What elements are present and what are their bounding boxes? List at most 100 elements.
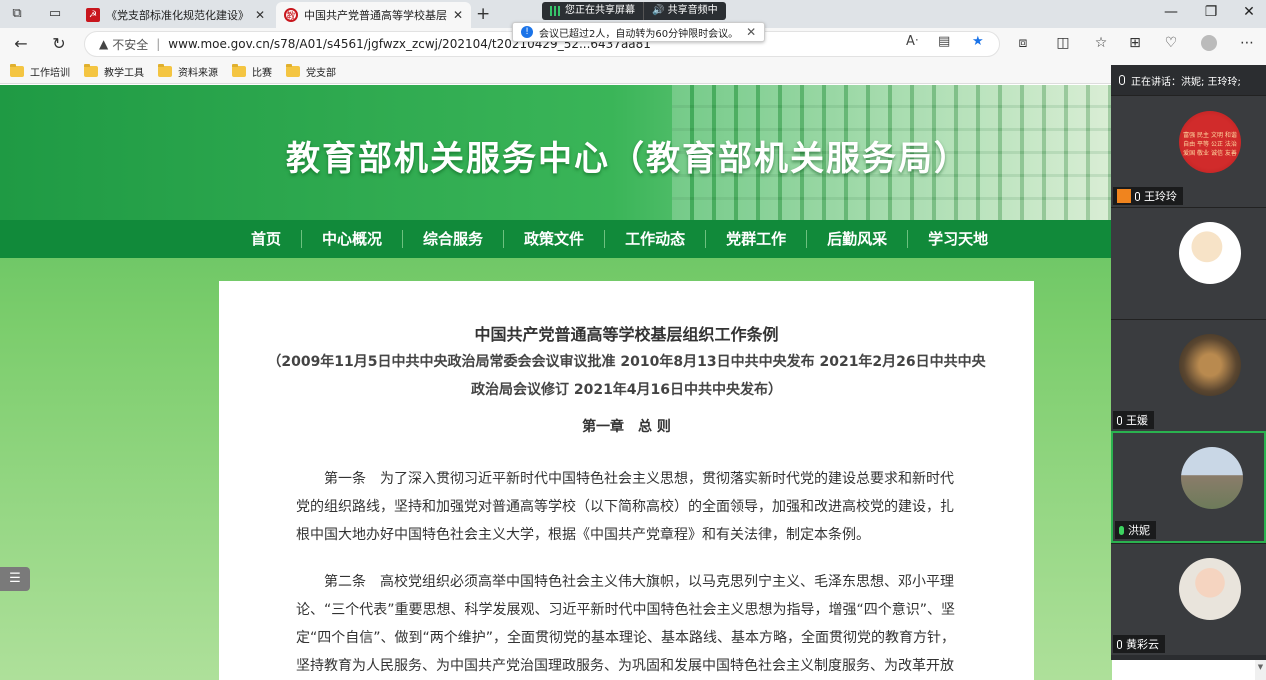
article-subtitle: （2009年11月5日中共中央政治局常委会会议审议批准 2010年8月13日中共… — [267, 354, 986, 370]
tab-moe-regulation[interactable]: 教 中国共产党普通高等学校基层组 ✕ — [276, 2, 471, 28]
minimize-button[interactable]: — — [1156, 4, 1186, 20]
close-window-button[interactable]: ✕ — [1234, 4, 1264, 20]
bookmark-folder[interactable]: 工作培训 — [10, 64, 70, 79]
bookmark-label: 教学工具 — [104, 68, 144, 79]
audio-share-status[interactable]: 🔊 共享音频中 — [643, 2, 726, 20]
tree-photo-avatar — [1181, 447, 1243, 509]
article-title: 中国共产党普通高等学校基层组织工作条例 — [474, 325, 779, 344]
bookmark-label: 党支部 — [306, 68, 336, 79]
folder-icon — [10, 64, 24, 77]
scroll-down-arrow-icon[interactable]: ▼ — [1255, 660, 1266, 674]
microphone-muted-icon — [1117, 415, 1122, 425]
site-banner: 教育部机关服务中心（教育部机关服务局） — [0, 85, 1112, 220]
video-tile[interactable]: 黄彩云 — [1111, 543, 1266, 655]
site-title: 教育部机关服务中心（教育部机关服务局） — [286, 139, 970, 179]
split-screen-icon[interactable]: ◫ — [1052, 35, 1074, 51]
video-tile[interactable]: 王媛 — [1111, 319, 1266, 431]
bookmark-folder[interactable]: 教学工具 — [84, 64, 144, 79]
video-tile[interactable]: 富强 民主 文明 和谐 自由 平等 公正 法治 爱国 敬业 诚信 友善 王玲玲 — [1111, 95, 1266, 207]
immersive-reader-icon[interactable]: ▤ — [938, 34, 950, 49]
bookmark-label: 工作培训 — [30, 68, 70, 79]
divider: | — [156, 37, 161, 51]
favorites-icon[interactable]: ☆ — [1090, 35, 1112, 51]
signal-bars-icon — [550, 6, 560, 16]
microphone-active-icon — [1119, 525, 1124, 535]
insecure-label: 不安全 — [112, 37, 149, 52]
article-paragraph: 第一条 为了深入贯彻习近平新时代中国特色社会主义思想，贯彻落实新时代党的建设总要… — [296, 471, 954, 543]
participant-nametag: 黄彩云 — [1113, 635, 1165, 653]
bookmark-folder[interactable]: 党支部 — [286, 64, 336, 79]
bookmark-label: 比赛 — [252, 68, 272, 79]
back-arrow-icon[interactable]: ← — [10, 33, 32, 55]
close-tab-icon[interactable]: ✕ — [255, 8, 265, 22]
meeting-panel: 正在讲话：洪妮; 王玲玲; 富强 民主 文明 和谐 自由 平等 公正 法治 爱国 敬… — [1111, 65, 1266, 660]
nav-home[interactable]: 首页 — [231, 230, 303, 248]
nav-center-overview[interactable]: 中心概况 — [302, 230, 404, 248]
collections-icon[interactable]: ⊞ — [1124, 35, 1146, 51]
speaking-indicator: 正在讲话：洪妮; 王玲玲; — [1111, 65, 1266, 95]
folder-icon — [286, 64, 300, 77]
browser-essentials-icon[interactable]: ♡ — [1160, 35, 1182, 51]
participant-name: 王玲玲 — [1144, 190, 1177, 203]
workspaces-icon[interactable]: ⧉ — [6, 4, 28, 24]
extensions-icon[interactable]: ⧈ — [1012, 35, 1034, 51]
folder-icon — [158, 64, 172, 77]
sharing-label: 您正在共享屏幕 — [565, 5, 635, 16]
more-menu-icon[interactable]: ⋯ — [1236, 35, 1258, 51]
bookmark-folder[interactable]: 资料来源 — [158, 64, 218, 79]
refresh-icon[interactable]: ↻ — [48, 33, 70, 55]
participant-name: 王媛 — [1126, 414, 1148, 427]
maximize-button[interactable]: ❐ — [1196, 4, 1226, 20]
party-emblem-icon: ☭ — [86, 8, 100, 22]
nav-party-work[interactable]: 党群工作 — [706, 230, 808, 248]
screen-share-indicator[interactable]: 您正在共享屏幕 🔊 共享音频中 — [542, 2, 726, 20]
bookmark-label: 资料来源 — [178, 68, 218, 79]
child-photo-avatar — [1179, 558, 1241, 620]
microphone-icon — [1119, 75, 1125, 85]
close-tab-icon[interactable]: ✕ — [453, 8, 463, 22]
audio-label: 共享音频中 — [667, 5, 718, 16]
nav-learning[interactable]: 学习天地 — [908, 230, 1008, 248]
read-aloud-icon[interactable]: Aᐧ — [906, 34, 918, 49]
close-toast-icon[interactable]: ✕ — [746, 25, 756, 39]
article-paragraph: 第二条 高校党组织必须高举中国特色社会主义伟大旗帜，以马克思列宁主义、毛泽东思想… — [296, 574, 956, 674]
article-subtitle: 政治局会议修订 2021年4月16日中共中央发布） — [470, 382, 783, 398]
tab-party-branch[interactable]: ☭ 《党支部标准化规范化建设》系 ✕ — [78, 2, 273, 28]
host-icon — [1117, 189, 1131, 203]
microphone-icon — [1135, 191, 1140, 201]
participant-nametag: 王媛 — [1113, 411, 1154, 429]
favorite-star-icon[interactable]: ★ — [972, 34, 984, 49]
participant-nametag: 洪妮 — [1115, 521, 1156, 539]
bookmarks-bar: 工作培训 教学工具 资料来源 比赛 党支部 — [0, 60, 1266, 84]
meeting-limit-toast: ! 会议已超过2人，自动转为60分钟限时会议。 ✕ — [512, 22, 766, 42]
cartoon-avatar — [1179, 222, 1241, 284]
nav-policy[interactable]: 政策文件 — [504, 230, 606, 248]
participant-name: 黄彩云 — [1126, 638, 1159, 651]
participant-nametag: 王玲玲 — [1113, 187, 1183, 205]
new-tab-button[interactable]: + — [476, 4, 490, 24]
web-page: 教育部机关服务中心（教育部机关服务局） 首页 中心概况 综合服务 政策文件 工作… — [0, 85, 1112, 680]
tab-actions-icon[interactable]: ▭ — [44, 4, 66, 24]
folder-icon — [232, 64, 246, 77]
microphone-muted-icon — [1117, 639, 1122, 649]
red-seal-avatar: 富强 民主 文明 和谐 自由 平等 公正 法治 爱国 敬业 诚信 友善 — [1179, 111, 1241, 173]
participant-name: 洪妮 — [1128, 524, 1150, 537]
list-menu-icon[interactable]: ☰ — [0, 567, 30, 591]
tab-title: 《党支部标准化规范化建设》系 — [106, 9, 249, 22]
warning-icon: ▲ — [99, 37, 109, 51]
nav-services[interactable]: 综合服务 — [403, 230, 505, 248]
profile-avatar-icon[interactable] — [1198, 35, 1220, 55]
sharing-status[interactable]: 您正在共享屏幕 — [542, 2, 643, 20]
nav-logistics[interactable]: 后勤风采 — [807, 230, 909, 248]
folder-icon — [84, 64, 98, 77]
site-nav: 首页 中心概况 综合服务 政策文件 工作动态 党群工作 后勤风采 学习天地 — [0, 220, 1112, 258]
moe-logo-icon: 教 — [284, 8, 298, 22]
bookmark-folder[interactable]: 比赛 — [232, 64, 272, 79]
tab-title: 中国共产党普通高等学校基层组 — [304, 9, 447, 22]
chapter-heading: 第一章 总 则 — [582, 419, 671, 435]
flower-photo-avatar — [1179, 334, 1241, 396]
info-icon: ! — [521, 26, 533, 38]
video-tile[interactable] — [1111, 207, 1266, 319]
nav-news[interactable]: 工作动态 — [605, 230, 707, 248]
video-tile-active-speaker[interactable]: 洪妮 — [1111, 431, 1266, 543]
